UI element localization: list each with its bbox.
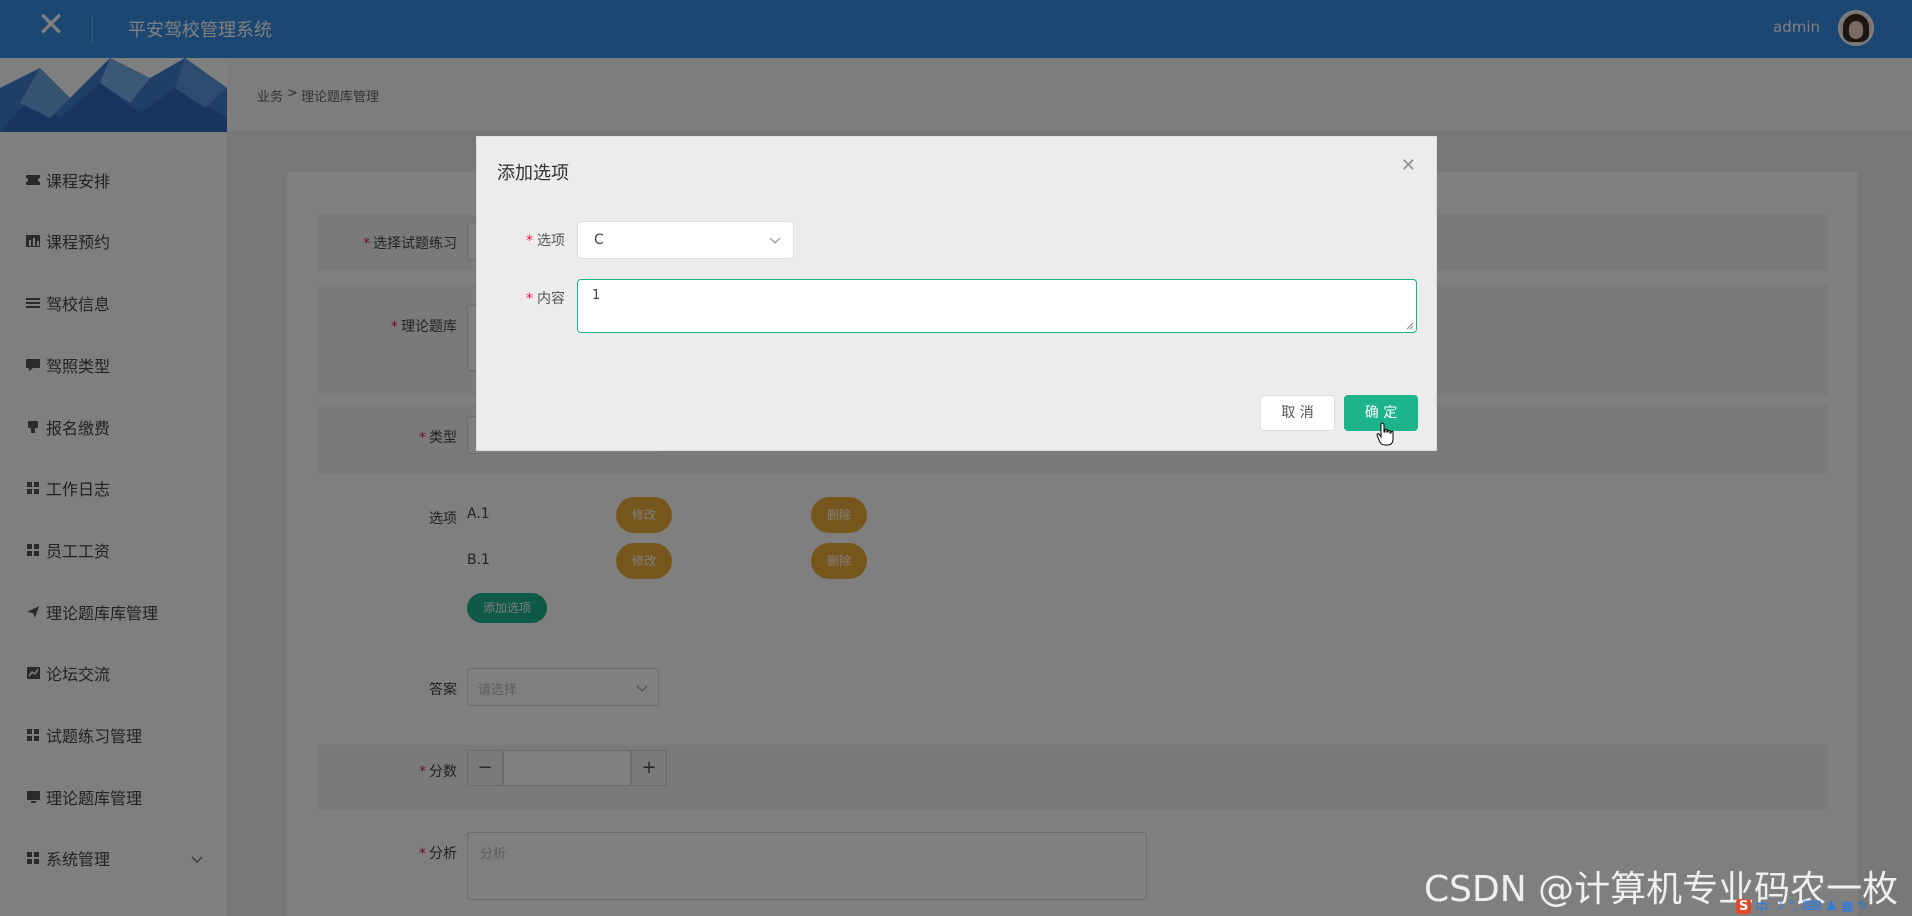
wrench-icon[interactable]: ✎	[1857, 899, 1868, 914]
ime-mode[interactable]: 中	[1755, 897, 1768, 916]
close-icon[interactable]: ✕	[1401, 155, 1416, 176]
moon-icon[interactable]: ☽	[1772, 899, 1784, 914]
chevron-down-icon	[769, 237, 781, 244]
dialog-content-value: 1	[592, 288, 601, 303]
ime-tray: S 中 ☽ °, ⌨ ♟ ▦ ✎	[1736, 896, 1912, 916]
user-icon[interactable]: ♟	[1825, 899, 1837, 914]
punctuation-icon[interactable]: °,	[1788, 899, 1799, 914]
keyboard-icon[interactable]: ⌨	[1803, 899, 1822, 914]
sogou-icon[interactable]: S	[1736, 898, 1752, 914]
dialog-content-textarea[interactable]: 1	[577, 279, 1417, 333]
dialog-content-label: * 内容	[526, 291, 565, 307]
add-option-dialog: 添加选项 ✕ * 选项 C * 内容 1 取 消 确 定	[476, 136, 1437, 451]
resize-grip-icon[interactable]	[1406, 322, 1414, 330]
dialog-option-select[interactable]: C	[577, 221, 794, 259]
dialog-option-label: * 选项	[526, 233, 565, 249]
hand-cursor-icon	[1376, 422, 1394, 446]
cancel-button[interactable]: 取 消	[1260, 395, 1335, 431]
grid-icon[interactable]: ▦	[1841, 899, 1853, 914]
dialog-title: 添加选项	[497, 163, 569, 184]
dialog-option-value: C	[594, 232, 604, 248]
